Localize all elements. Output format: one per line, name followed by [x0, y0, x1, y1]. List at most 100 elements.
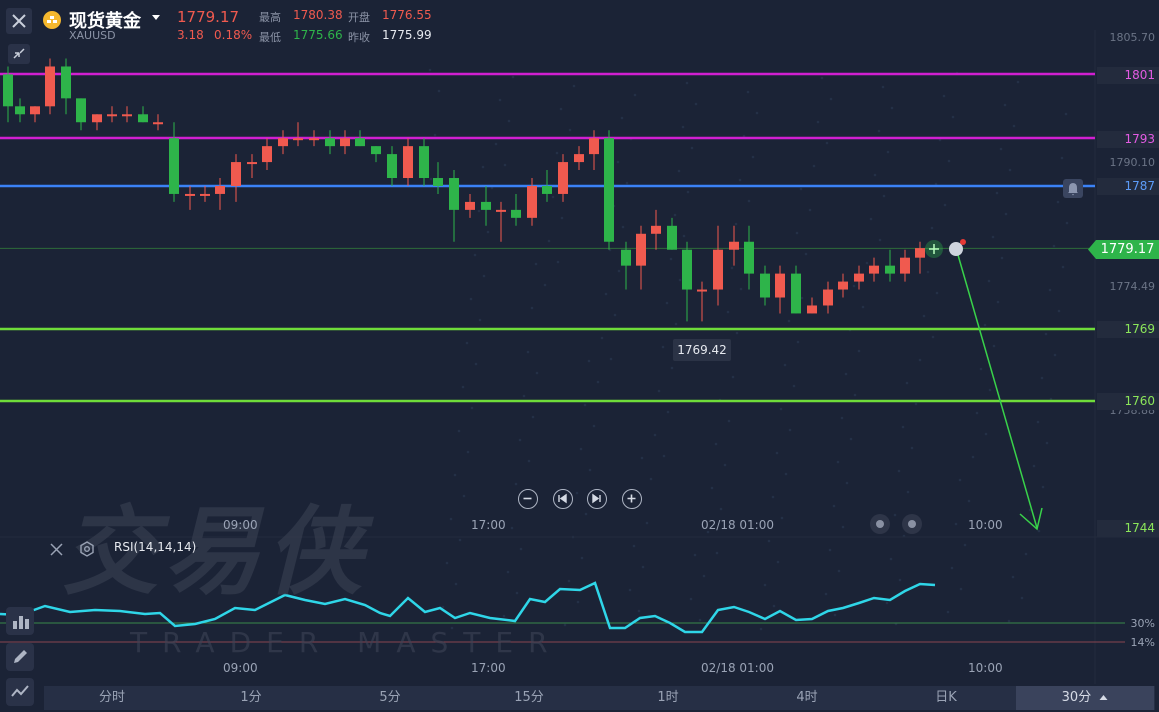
forecast-arrowhead	[1019, 507, 1043, 531]
shrink-button[interactable]	[8, 44, 30, 64]
candle-body	[542, 185, 552, 194]
map-dot	[999, 147, 1003, 151]
last-price: 1779.17	[177, 8, 240, 26]
map-dot	[1008, 168, 1012, 172]
map-dot	[882, 194, 886, 198]
map-dot	[759, 627, 763, 631]
candle-body	[775, 273, 785, 298]
map-dot	[620, 116, 624, 120]
level-tag-1744[interactable]: 1744	[1097, 520, 1159, 537]
map-dot	[792, 384, 796, 388]
map-dot	[454, 582, 458, 586]
map-dot	[910, 446, 914, 450]
map-dot	[632, 544, 636, 548]
level-tag-1769[interactable]: 1769	[1097, 321, 1159, 338]
indicator-button[interactable]	[6, 678, 34, 706]
map-dot	[625, 181, 629, 185]
candle-body	[511, 209, 521, 218]
candle-body	[574, 154, 584, 163]
map-dot	[995, 191, 999, 195]
map-dot	[1032, 464, 1036, 468]
period-tab[interactable]: 5分	[360, 686, 420, 710]
info-marker-dot	[960, 239, 966, 245]
candle-body	[403, 146, 413, 179]
next-button[interactable]	[587, 489, 607, 509]
level-tag-1793[interactable]: 1793	[1097, 131, 1159, 148]
map-dot	[738, 178, 742, 182]
map-dot	[710, 486, 714, 490]
candle-body	[107, 114, 117, 117]
map-dot	[873, 173, 877, 177]
map-dot	[693, 553, 697, 557]
chevron-down-icon[interactable]	[151, 14, 161, 22]
map-dot	[771, 495, 775, 499]
map-dot	[898, 578, 902, 582]
map-dot	[881, 85, 885, 89]
map-dot	[596, 380, 600, 384]
map-dot	[511, 75, 515, 79]
map-dot	[621, 225, 625, 229]
level-tag-1801[interactable]: 1801	[1097, 67, 1159, 84]
map-dot	[473, 253, 477, 257]
period-tab[interactable]: 日K	[916, 686, 976, 710]
zoom-out-button[interactable]	[518, 489, 538, 509]
map-dot	[726, 310, 730, 314]
map-dot	[555, 151, 559, 155]
candle-body	[465, 201, 475, 210]
map-dot	[477, 209, 481, 213]
map-dot	[1064, 112, 1068, 116]
time-axis-label: 10:00	[968, 518, 1003, 532]
map-dot	[449, 517, 453, 521]
map-dot	[951, 115, 955, 119]
map-dot	[461, 385, 465, 389]
candle-body	[247, 162, 257, 165]
map-dot	[861, 305, 865, 309]
map-dot	[971, 455, 975, 459]
candle-body	[682, 249, 692, 290]
map-dot	[503, 163, 507, 167]
map-dot	[604, 292, 608, 296]
map-dot	[575, 491, 579, 495]
map-dot	[1007, 619, 1011, 623]
prev-button[interactable]	[553, 489, 573, 509]
period-tab[interactable]: 分时	[82, 686, 142, 710]
close-button[interactable]	[6, 8, 32, 34]
period-tab[interactable]: 4时	[777, 686, 837, 710]
indicator-dot-1[interactable]	[870, 514, 890, 534]
candle-body	[496, 209, 506, 212]
period-tab-active[interactable]: 30分	[1016, 686, 1154, 710]
map-dot	[669, 257, 673, 261]
map-dot	[474, 362, 478, 366]
zoom-in-button[interactable]	[622, 489, 642, 509]
level-tag-1787[interactable]: 1787	[1097, 178, 1159, 195]
map-dot	[950, 566, 954, 570]
tools-button[interactable]	[6, 607, 34, 635]
map-dot	[458, 538, 462, 542]
map-dot	[731, 375, 735, 379]
candle-body	[200, 193, 210, 196]
alert-button[interactable]	[1063, 179, 1083, 198]
indicator-dot-2[interactable]	[902, 514, 922, 534]
level-tag-1760[interactable]: 1760	[1097, 393, 1159, 410]
current-price-tag: 1779.17	[1096, 240, 1159, 259]
map-dot	[958, 478, 962, 482]
map-dot	[836, 460, 840, 464]
map-dot	[1012, 124, 1016, 128]
draw-button[interactable]	[6, 643, 34, 671]
close-rsi-icon[interactable]	[49, 542, 64, 557]
map-dot	[959, 587, 963, 591]
map-dot	[527, 459, 531, 463]
time-axis-label: 17:00	[471, 661, 506, 675]
map-dot	[572, 84, 576, 88]
low-value: 1775.66	[293, 28, 343, 42]
period-tab[interactable]: 1时	[638, 686, 698, 710]
map-dot	[857, 349, 861, 353]
map-dot	[852, 284, 856, 288]
settings-icon[interactable]	[79, 541, 95, 557]
map-dot	[832, 504, 836, 508]
period-tab[interactable]: 15分	[499, 686, 559, 710]
watermark-cn: 交易侠	[62, 496, 368, 608]
candle-body	[387, 154, 397, 179]
period-tab[interactable]: 1分	[221, 686, 281, 710]
map-dot	[666, 410, 670, 414]
